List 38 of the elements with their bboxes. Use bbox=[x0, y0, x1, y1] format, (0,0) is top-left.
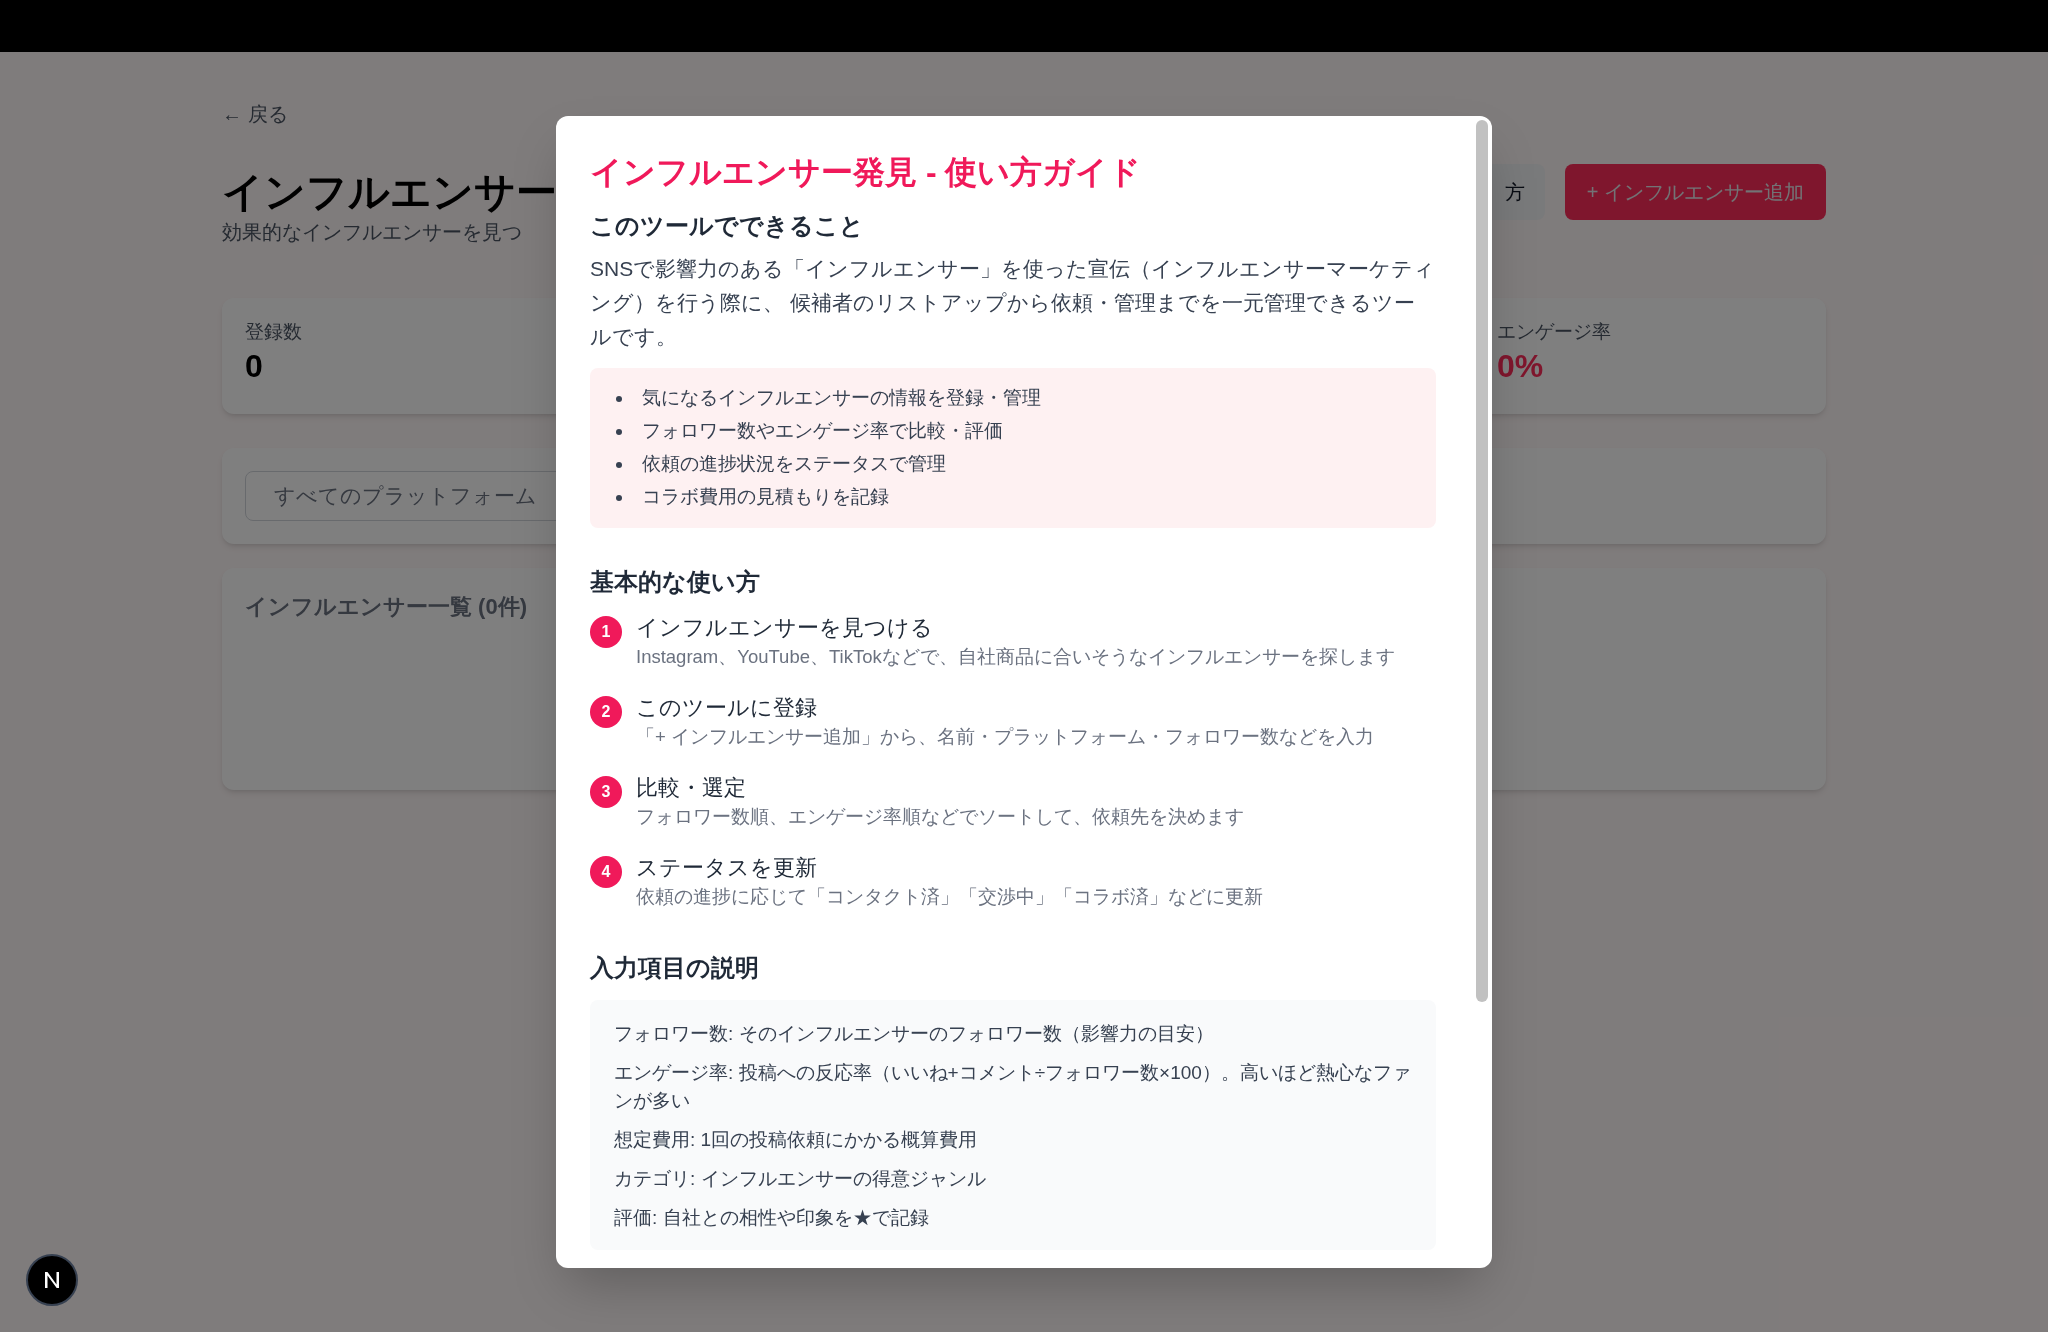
step-description: 「+ インフルエンサー追加」から、名前・プラットフォーム・フォロワー数などを入力 bbox=[636, 725, 1374, 749]
field-description: カテゴリ: インフルエンサーの得意ジャンル bbox=[614, 1167, 987, 1191]
list-item: フォロワー数やエンゲージ率で比較・評価 bbox=[642, 419, 1003, 444]
step-description: Instagram、YouTube、TikTokなどで、自社商品に合いそうなインフルエンサーを探します bbox=[636, 645, 1395, 669]
page-title: インフルエンサー bbox=[222, 168, 557, 217]
step-title: 比較・選定 bbox=[636, 774, 747, 802]
step-title: このツールに登録 bbox=[636, 694, 818, 722]
add-influencer-button[interactable]: + インフルエンサー追加 bbox=[1564, 164, 1826, 220]
modal-title: インフルエンサー発見 - 使い方ガイド bbox=[590, 153, 1143, 192]
step-number: 4 bbox=[590, 856, 622, 888]
page-subtitle: 効果的なインフルエンサーを見つ bbox=[222, 220, 523, 245]
nextjs-icon[interactable] bbox=[26, 1254, 78, 1306]
bullet-icon bbox=[616, 494, 622, 501]
step-description: 依頼の進捗に応じて「コンタクト済」「交渉中」「コラボ済」などに更新 bbox=[636, 885, 1263, 909]
bullet-icon bbox=[616, 461, 622, 468]
field-description: フォロワー数: そのインフルエンサーのフォロワー数（影響力の目安） bbox=[614, 1022, 1215, 1046]
step-title: インフルエンサーを見つける bbox=[636, 614, 934, 642]
step-description: フォロワー数順、エンゲージ率順などでソートして、依頼先を決めます bbox=[636, 805, 1244, 829]
field-description: 想定費用: 1回の投稿依頼にかかる概算費用 bbox=[614, 1128, 979, 1152]
list-title: インフルエンサー一覧 (0件) bbox=[245, 594, 527, 619]
intro-paragraph: SNSで影響力のある「インフルエンサー」を使った宣伝（インフルエンサーマーケティング）を行う際に、 候補者のリストアップから依頼・管理までを一元管理できるツールです。 bbox=[590, 256, 1436, 350]
step-number: 3 bbox=[590, 776, 622, 808]
field-description: エンゲージ率: 投稿への反応率（いいね+コメント÷フォロワー数×100）。高いほど熱心なファンが多い bbox=[614, 1061, 1412, 1113]
scrollbar[interactable] bbox=[1476, 120, 1488, 1002]
bullet-icon bbox=[616, 428, 622, 435]
step-number: 1 bbox=[590, 616, 622, 648]
step-title: ステータスを更新 bbox=[636, 854, 818, 882]
stat-value: 0% bbox=[1497, 347, 1544, 386]
stat-label: エンゲージ率 bbox=[1497, 320, 1611, 344]
field-description: 評価: 自社との相性や印象を★で記録 bbox=[614, 1206, 930, 1230]
section-heading: 入力項目の説明 bbox=[590, 953, 760, 983]
section-heading: このツールでできること bbox=[590, 211, 865, 241]
bullet-icon bbox=[616, 395, 622, 402]
stat-value: 0 bbox=[245, 347, 263, 386]
stat-label: 登録数 bbox=[245, 320, 302, 344]
section-heading: 基本的な使い方 bbox=[590, 567, 761, 597]
step-number: 2 bbox=[590, 696, 622, 728]
list-item: 気になるインフルエンサーの情報を登録・管理 bbox=[642, 386, 1041, 411]
